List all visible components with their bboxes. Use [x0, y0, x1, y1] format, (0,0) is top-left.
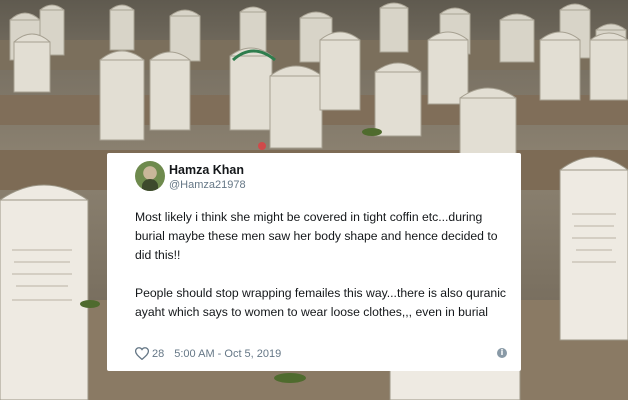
- heart-outline-icon[interactable]: [134, 347, 150, 361]
- user-handle[interactable]: @Hamza21978: [169, 179, 246, 191]
- tweet-card[interactable]: Hamza Khan @Hamza21978 Most likely i thi…: [107, 153, 521, 371]
- timestamp[interactable]: 5:00 AM - Oct 5, 2019: [174, 348, 281, 360]
- tweet-paragraph: People should stop wrapping femailes thi…: [135, 286, 507, 319]
- like-count[interactable]: 28: [152, 348, 164, 360]
- avatar[interactable]: [135, 161, 165, 191]
- tweet-meta: 28 5:00 AM - Oct 5, 2019: [134, 347, 281, 361]
- tweet-text: Most likely i think she might be covered…: [135, 208, 507, 322]
- display-name[interactable]: Hamza Khan: [169, 163, 244, 177]
- info-icon[interactable]: i: [497, 348, 507, 358]
- tweet-paragraph: Most likely i think she might be covered…: [135, 210, 498, 262]
